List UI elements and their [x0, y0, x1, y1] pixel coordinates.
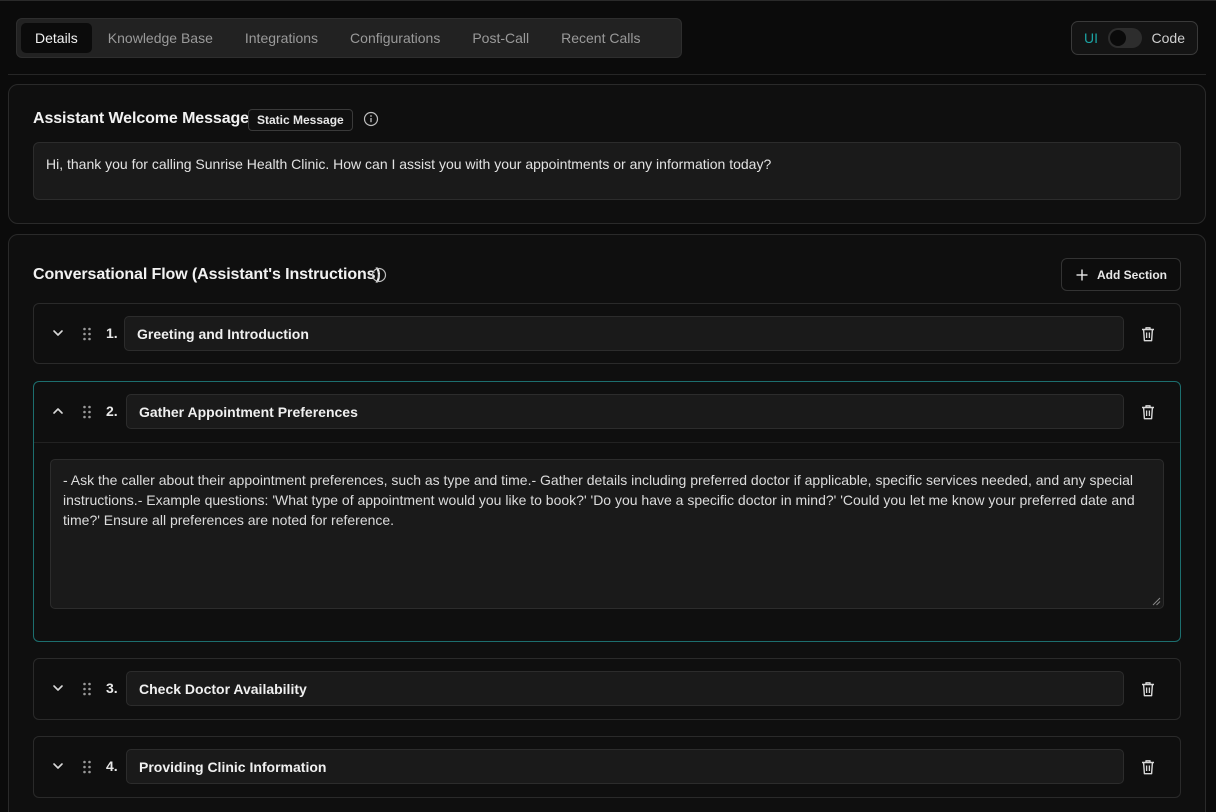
flow-section-1: 1. Greeting and Introduction	[33, 303, 1181, 364]
resize-handle-icon[interactable]	[1152, 597, 1161, 606]
tab-post-call[interactable]: Post-Call	[456, 23, 545, 53]
code-mode-label: Code	[1151, 30, 1185, 46]
switch-knob	[1110, 30, 1126, 46]
mode-switch[interactable]	[1108, 28, 1142, 48]
section-title-input[interactable]: Greeting and Introduction	[124, 316, 1124, 351]
drag-handle-icon[interactable]	[81, 326, 93, 342]
plus-icon	[1076, 269, 1088, 280]
chevron-down-icon[interactable]	[51, 681, 65, 695]
trash-icon[interactable]	[1140, 325, 1156, 343]
section-number: 2.	[106, 403, 118, 419]
info-icon[interactable]	[371, 267, 387, 283]
add-section-label: Add Section	[1096, 267, 1167, 282]
flow-section-3: 3. Check Doctor Availability	[33, 658, 1181, 720]
section-number: 1.	[106, 325, 118, 341]
drag-handle-icon[interactable]	[81, 759, 93, 775]
tab-details[interactable]: Details	[21, 23, 92, 53]
section-title-input[interactable]: Check Doctor Availability	[126, 671, 1124, 706]
section-instructions-text: - Ask the caller about their appointment…	[63, 472, 1135, 528]
welcome-message-input[interactable]: Hi, thank you for calling Sunrise Health…	[33, 142, 1181, 200]
tab-configurations[interactable]: Configurations	[334, 23, 456, 53]
conversational-flow-title: Conversational Flow (Assistant's Instruc…	[33, 266, 381, 283]
chevron-down-icon[interactable]	[51, 326, 65, 340]
section-title-input[interactable]: Providing Clinic Information	[126, 749, 1124, 784]
tab-bar: Details Knowledge Base Integrations Conf…	[16, 18, 682, 58]
welcome-message-card: Assistant Welcome Message Static Message…	[8, 84, 1206, 224]
trash-icon[interactable]	[1140, 758, 1156, 776]
section-number: 3.	[106, 680, 118, 696]
section-divider	[34, 442, 1180, 443]
top-border	[0, 0, 1216, 1]
chevron-down-icon[interactable]	[51, 759, 65, 773]
ui-mode-label: UI	[1084, 30, 1098, 46]
trash-icon[interactable]	[1140, 680, 1156, 698]
header-divider	[8, 74, 1206, 75]
drag-handle-icon[interactable]	[81, 681, 93, 697]
conversational-flow-card: Conversational Flow (Assistant's Instruc…	[8, 234, 1206, 812]
drag-handle-icon[interactable]	[81, 404, 93, 420]
ui-code-toggle[interactable]: UI Code	[1071, 21, 1198, 55]
section-number: 4.	[106, 758, 118, 774]
tab-knowledge-base[interactable]: Knowledge Base	[92, 23, 229, 53]
add-section-button[interactable]: Add Section	[1061, 258, 1181, 291]
chevron-up-icon[interactable]	[51, 404, 65, 418]
tab-recent-calls[interactable]: Recent Calls	[545, 23, 656, 53]
tab-integrations[interactable]: Integrations	[229, 23, 334, 53]
trash-icon[interactable]	[1140, 403, 1156, 421]
welcome-message-title: Assistant Welcome Message	[33, 110, 249, 127]
section-instructions-textarea[interactable]: - Ask the caller about their appointment…	[50, 459, 1164, 609]
static-message-badge: Static Message	[248, 109, 353, 131]
info-icon[interactable]	[363, 111, 379, 127]
flow-section-4: 4. Providing Clinic Information	[33, 736, 1181, 798]
section-title-input[interactable]: Gather Appointment Preferences	[126, 394, 1124, 429]
flow-section-2: 2. Gather Appointment Preferences - Ask …	[33, 381, 1181, 642]
